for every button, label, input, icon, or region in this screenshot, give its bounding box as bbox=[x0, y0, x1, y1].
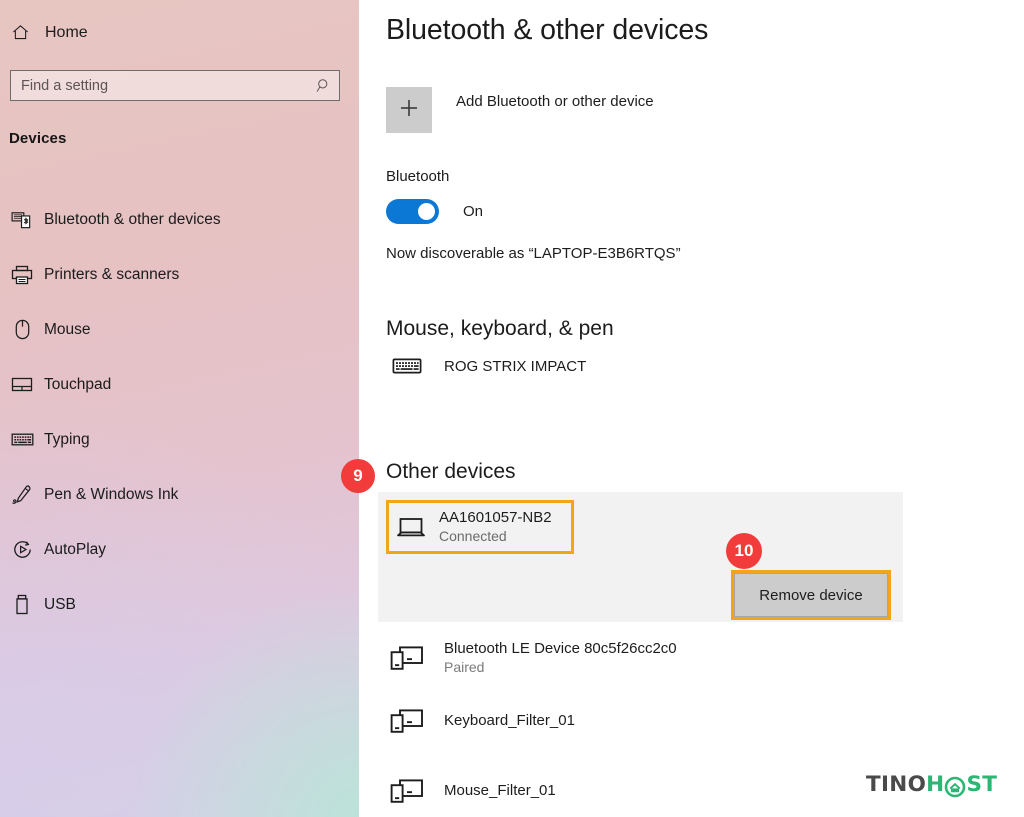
keyboard-icon bbox=[386, 356, 428, 376]
sidebar-item-printers-scanners[interactable]: Printers & scanners bbox=[0, 247, 359, 302]
logo-text-h: H bbox=[926, 772, 945, 797]
search-icon[interactable] bbox=[309, 78, 339, 94]
sidebar-item-label: AutoPlay bbox=[44, 540, 107, 558]
device-name: Mouse_Filter_01 bbox=[444, 781, 556, 799]
device-name: Bluetooth LE Device 80c5f26cc2c0 bbox=[444, 640, 677, 657]
autoplay-icon bbox=[0, 539, 44, 560]
home-label: Home bbox=[45, 23, 88, 41]
device-name: Keyboard_Filter_01 bbox=[444, 711, 575, 729]
sidebar-item-mouse[interactable]: Mouse bbox=[0, 302, 359, 357]
settings-main-pane: Bluetooth & other devices Add Bluetooth … bbox=[359, 0, 1024, 817]
touchpad-icon bbox=[0, 376, 44, 393]
mouse-keyboard-pen-heading: Mouse, keyboard, & pen bbox=[386, 317, 614, 340]
toggle-knob bbox=[418, 203, 435, 220]
other-devices-heading: Other devices bbox=[386, 460, 516, 483]
mouse-icon bbox=[0, 319, 44, 340]
annotation-badge-9: 9 bbox=[341, 459, 375, 493]
device-text: Bluetooth LE Device 80c5f26cc2c0 Paired bbox=[444, 640, 677, 676]
bluetooth-label: Bluetooth bbox=[386, 168, 450, 185]
device-row-mouse-filter[interactable]: Mouse_Filter_01 bbox=[386, 778, 556, 804]
logo-text-tino: TIN bbox=[866, 772, 908, 797]
remove-device-button[interactable]: Remove device bbox=[734, 573, 888, 617]
device-status: Connected bbox=[439, 527, 507, 544]
device-status: Paired bbox=[444, 658, 485, 675]
sidebar-item-home[interactable]: Home bbox=[0, 16, 359, 49]
search-setting-box[interactable] bbox=[10, 70, 340, 101]
devices-icon bbox=[386, 778, 428, 804]
logo-text-st: ST bbox=[966, 772, 998, 797]
add-bluetooth-device-row[interactable]: Add Bluetooth or other device bbox=[386, 87, 654, 133]
devices-icon bbox=[386, 645, 428, 671]
sidebar-item-label: Bluetooth & other devices bbox=[44, 210, 221, 228]
bluetooth-toggle[interactable] bbox=[386, 199, 439, 224]
sidebar-item-label: Pen & Windows Ink bbox=[44, 485, 179, 503]
bluetooth-toggle-row: On bbox=[386, 199, 483, 224]
discoverable-text: Now discoverable as “LAPTOP-E3B6RTQS” bbox=[386, 245, 681, 262]
device-name: ROG STRIX IMPACT bbox=[444, 357, 587, 375]
device-text: AA1601057-NB2 Connected bbox=[439, 509, 552, 544]
sidebar-item-label: USB bbox=[44, 595, 76, 613]
device-row-rog-strix-impact[interactable]: ROG STRIX IMPACT bbox=[386, 356, 586, 376]
sidebar-item-autoplay[interactable]: AutoPlay bbox=[0, 522, 359, 577]
add-device-button[interactable] bbox=[386, 87, 432, 133]
sidebar-item-label: Typing bbox=[44, 430, 90, 448]
search-input[interactable] bbox=[11, 70, 309, 101]
device-name: AA1601057-NB2 bbox=[439, 509, 552, 527]
sidebar-item-typing[interactable]: Typing bbox=[0, 412, 359, 467]
sidebar-item-pen-windows-ink[interactable]: Pen & Windows Ink bbox=[0, 467, 359, 522]
device-text: Keyboard_Filter_01 bbox=[444, 712, 575, 731]
keyboard-icon bbox=[0, 432, 44, 447]
sidebar-nav: Bluetooth & other devices Printers & sca… bbox=[0, 192, 359, 632]
tinohost-watermark: TIN O H ST bbox=[866, 772, 997, 797]
bluetooth-devices-icon bbox=[0, 211, 44, 229]
sidebar-item-bluetooth-other-devices[interactable]: Bluetooth & other devices bbox=[0, 192, 359, 247]
plus-icon bbox=[398, 97, 420, 124]
sidebar-item-usb[interactable]: USB bbox=[0, 577, 359, 632]
sidebar-item-touchpad[interactable]: Touchpad bbox=[0, 357, 359, 412]
remove-device-highlight: Remove device bbox=[731, 570, 891, 620]
devices-icon bbox=[386, 708, 428, 734]
settings-sidebar: Home Devices Bluetooth & o bbox=[0, 0, 359, 817]
sidebar-item-label: Printers & scanners bbox=[44, 265, 180, 283]
sidebar-item-label: Touchpad bbox=[44, 375, 112, 393]
pen-icon bbox=[0, 484, 44, 505]
logo-globe-icon bbox=[944, 776, 966, 797]
bluetooth-toggle-state: On bbox=[463, 203, 484, 220]
annotation-badge-10: 10 bbox=[726, 533, 762, 569]
device-row-keyboard-filter[interactable]: Keyboard_Filter_01 bbox=[386, 708, 575, 734]
laptop-icon bbox=[389, 516, 433, 539]
sidebar-item-label: Mouse bbox=[44, 320, 91, 338]
device-text: Mouse_Filter_01 bbox=[444, 782, 556, 801]
sidebar-section-heading: Devices bbox=[9, 130, 67, 147]
printer-icon bbox=[0, 265, 44, 285]
page-title: Bluetooth & other devices bbox=[386, 14, 709, 46]
add-device-label: Add Bluetooth or other device bbox=[456, 93, 654, 110]
other-devices-selected-row[interactable]: AA1601057-NB2 Connected bbox=[386, 500, 574, 554]
home-icon bbox=[0, 23, 40, 42]
logo-text-o: O bbox=[907, 772, 927, 797]
device-row-bluetooth-le[interactable]: Bluetooth LE Device 80c5f26cc2c0 Paired bbox=[386, 640, 677, 676]
usb-icon bbox=[0, 594, 44, 615]
